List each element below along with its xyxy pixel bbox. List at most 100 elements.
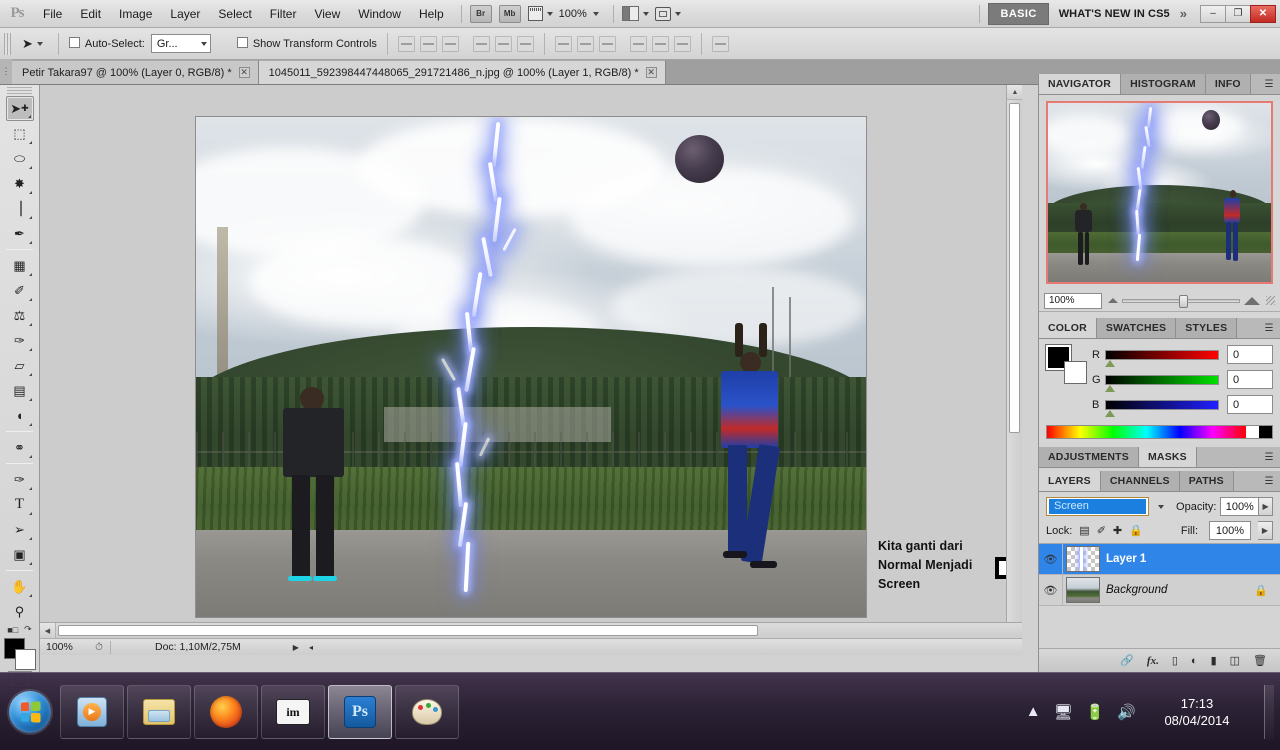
menu-layer[interactable]: Layer [161, 3, 209, 25]
align-top-edges-icon[interactable] [397, 35, 415, 52]
tool-pen[interactable]: ✑ [6, 467, 34, 492]
tool-crop[interactable]: ⎟ [6, 196, 34, 221]
lock-position-icon[interactable]: ✚ [1113, 524, 1122, 537]
new-layer-icon[interactable]: ◫ [1230, 654, 1240, 667]
tool-quick-selection[interactable]: ✸ [6, 171, 34, 196]
arrange-documents-button[interactable] [621, 6, 649, 21]
minimize-button[interactable]: – [1200, 4, 1226, 23]
tab-info[interactable]: INFO [1205, 74, 1251, 94]
align-left-edges-icon[interactable] [472, 35, 490, 52]
swap-colors-icon[interactable]: ↷ [24, 624, 32, 635]
tool-path-selection[interactable]: ➢ [6, 517, 34, 542]
image-canvas[interactable] [195, 116, 867, 618]
default-colors-icon[interactable]: ■□ [7, 625, 18, 635]
tools-panel-grip[interactable] [7, 87, 32, 94]
close-icon[interactable]: ✕ [238, 67, 250, 78]
tool-rectangle-shape[interactable]: ▣ [6, 542, 34, 567]
blue-value[interactable]: 0 [1227, 395, 1273, 414]
tool-eraser[interactable]: ▱ [6, 353, 34, 378]
layer-visibility-eye-icon[interactable]: 👁 [1039, 544, 1063, 574]
document-tab-1045011[interactable]: 1045011_592398447448065_291721486_n.jpg … [258, 60, 666, 84]
tool-lasso[interactable]: ⬭ [6, 146, 34, 171]
layer-thumbnail[interactable] [1066, 577, 1100, 603]
status-zoom-field[interactable]: 100% [40, 641, 88, 653]
workspace-basic-button[interactable]: BASIC [988, 2, 1049, 25]
blue-slider-knob[interactable] [1105, 409, 1115, 417]
tab-adjustments[interactable]: ADJUSTMENTS [1039, 447, 1139, 467]
zoom-in-icon[interactable] [1244, 296, 1260, 305]
align-right-edges-icon[interactable] [516, 35, 534, 52]
new-adjustment-layer-icon[interactable]: ◐ [1191, 655, 1198, 667]
link-layers-icon[interactable]: 🔗 [1120, 654, 1134, 667]
layer-row-layer-1[interactable]: 👁 Layer 1 [1039, 544, 1280, 575]
tool-brush[interactable]: ✐ [6, 278, 34, 303]
adjustments-panel-menu-icon[interactable]: ☰ [1258, 447, 1280, 467]
layer-visibility-eye-icon[interactable]: 👁 [1039, 575, 1063, 605]
background-color-swatch[interactable] [1064, 361, 1087, 384]
menu-image[interactable]: Image [110, 3, 161, 25]
tab-bar-grip[interactable]: ⋮ [0, 59, 12, 84]
menu-window[interactable]: Window [349, 3, 410, 25]
launch-mini-bridge-button[interactable]: Mb [498, 4, 521, 23]
opacity-stepper-icon[interactable]: ▶ [1259, 497, 1273, 516]
distribute-horizontal-centers-icon[interactable] [651, 35, 669, 52]
tab-color[interactable]: COLOR [1039, 318, 1097, 338]
taskbar-windows-media-player[interactable]: ▶ [60, 684, 124, 739]
tool-zoom[interactable]: ⚲ [6, 599, 34, 624]
tab-layers[interactable]: LAYERS [1039, 471, 1101, 491]
volume-icon[interactable]: 🔊 [1117, 703, 1136, 721]
red-slider[interactable] [1105, 349, 1219, 367]
distribute-right-edges-icon[interactable] [673, 35, 691, 52]
green-slider-knob[interactable] [1105, 384, 1115, 392]
distribute-vertical-centers-icon[interactable] [576, 35, 594, 52]
workspace-more-chevron-icon[interactable]: » [1180, 6, 1187, 21]
tab-styles[interactable]: STYLES [1176, 318, 1238, 338]
tool-spot-healing-brush[interactable]: ▦ [6, 253, 34, 278]
red-value[interactable]: 0 [1227, 345, 1273, 364]
menu-view[interactable]: View [305, 3, 349, 25]
auto-select-checkbox[interactable]: Auto-Select: [68, 37, 145, 50]
red-slider-knob[interactable] [1105, 359, 1115, 367]
fill-value[interactable]: 100% [1209, 521, 1251, 540]
lock-transparent-pixels-icon[interactable]: ▤ [1079, 524, 1089, 537]
canvas-vertical-scrollbar[interactable]: ▲ [1006, 85, 1022, 655]
background-color-swatch[interactable] [14, 649, 36, 670]
tool-eyedropper[interactable]: ✒ [6, 221, 34, 246]
navigator-panel-menu-icon[interactable]: ☰ [1258, 74, 1280, 94]
align-bottom-edges-icon[interactable] [441, 35, 459, 52]
menu-file[interactable]: File [34, 3, 71, 25]
tab-channels[interactable]: CHANNELS [1100, 471, 1180, 491]
tool-blur[interactable]: ◖ [6, 403, 34, 428]
layer-thumbnail[interactable] [1066, 546, 1100, 572]
status-resize-grip[interactable]: ◂ [309, 643, 313, 652]
menu-select[interactable]: Select [209, 3, 260, 25]
zoom-slider-track[interactable] [1122, 294, 1240, 308]
tool-move[interactable]: ➤ ✚ [5, 96, 34, 121]
scroll-up-button[interactable]: ▲ [1007, 85, 1022, 100]
horizontal-scroll-thumb[interactable] [58, 625, 758, 636]
show-desktop-button[interactable] [1264, 684, 1274, 739]
options-bar-grip[interactable] [4, 32, 11, 55]
show-transform-controls-checkbox[interactable]: Show Transform Controls [236, 37, 377, 50]
menu-help[interactable]: Help [410, 3, 453, 25]
blue-slider[interactable] [1105, 399, 1219, 417]
menu-edit[interactable]: Edit [71, 3, 110, 25]
layer-row-background[interactable]: 👁 Background 🔒 [1039, 575, 1280, 606]
auto-select-target-dropdown[interactable]: Gr... [150, 34, 211, 53]
color-spectrum-ramp[interactable] [1046, 425, 1273, 439]
canvas-area[interactable]: Kita ganti dari Normal Menjadi Screen La… [40, 85, 1022, 655]
battery-icon[interactable]: 🔋 [1086, 703, 1105, 721]
tool-history-brush[interactable]: ✑ [6, 328, 34, 353]
zoom-slider-thumb[interactable] [1178, 294, 1188, 308]
tool-gradient[interactable]: ▤ [6, 378, 34, 403]
taskbar-clock[interactable]: 17:13 08/04/2014 [1149, 695, 1245, 729]
restore-button[interactable]: ❐ [1225, 4, 1251, 23]
taskbar-adobe-photoshop[interactable]: Ps [328, 684, 392, 739]
tab-masks[interactable]: MASKS [1138, 447, 1197, 467]
distribute-bottom-edges-icon[interactable] [598, 35, 616, 52]
screen-mode-button[interactable] [654, 6, 681, 21]
close-button[interactable]: ✕ [1250, 4, 1276, 23]
auto-align-layers-icon[interactable] [711, 35, 729, 52]
tool-preset-picker[interactable]: ➤ [17, 36, 48, 52]
green-slider[interactable] [1105, 374, 1219, 392]
